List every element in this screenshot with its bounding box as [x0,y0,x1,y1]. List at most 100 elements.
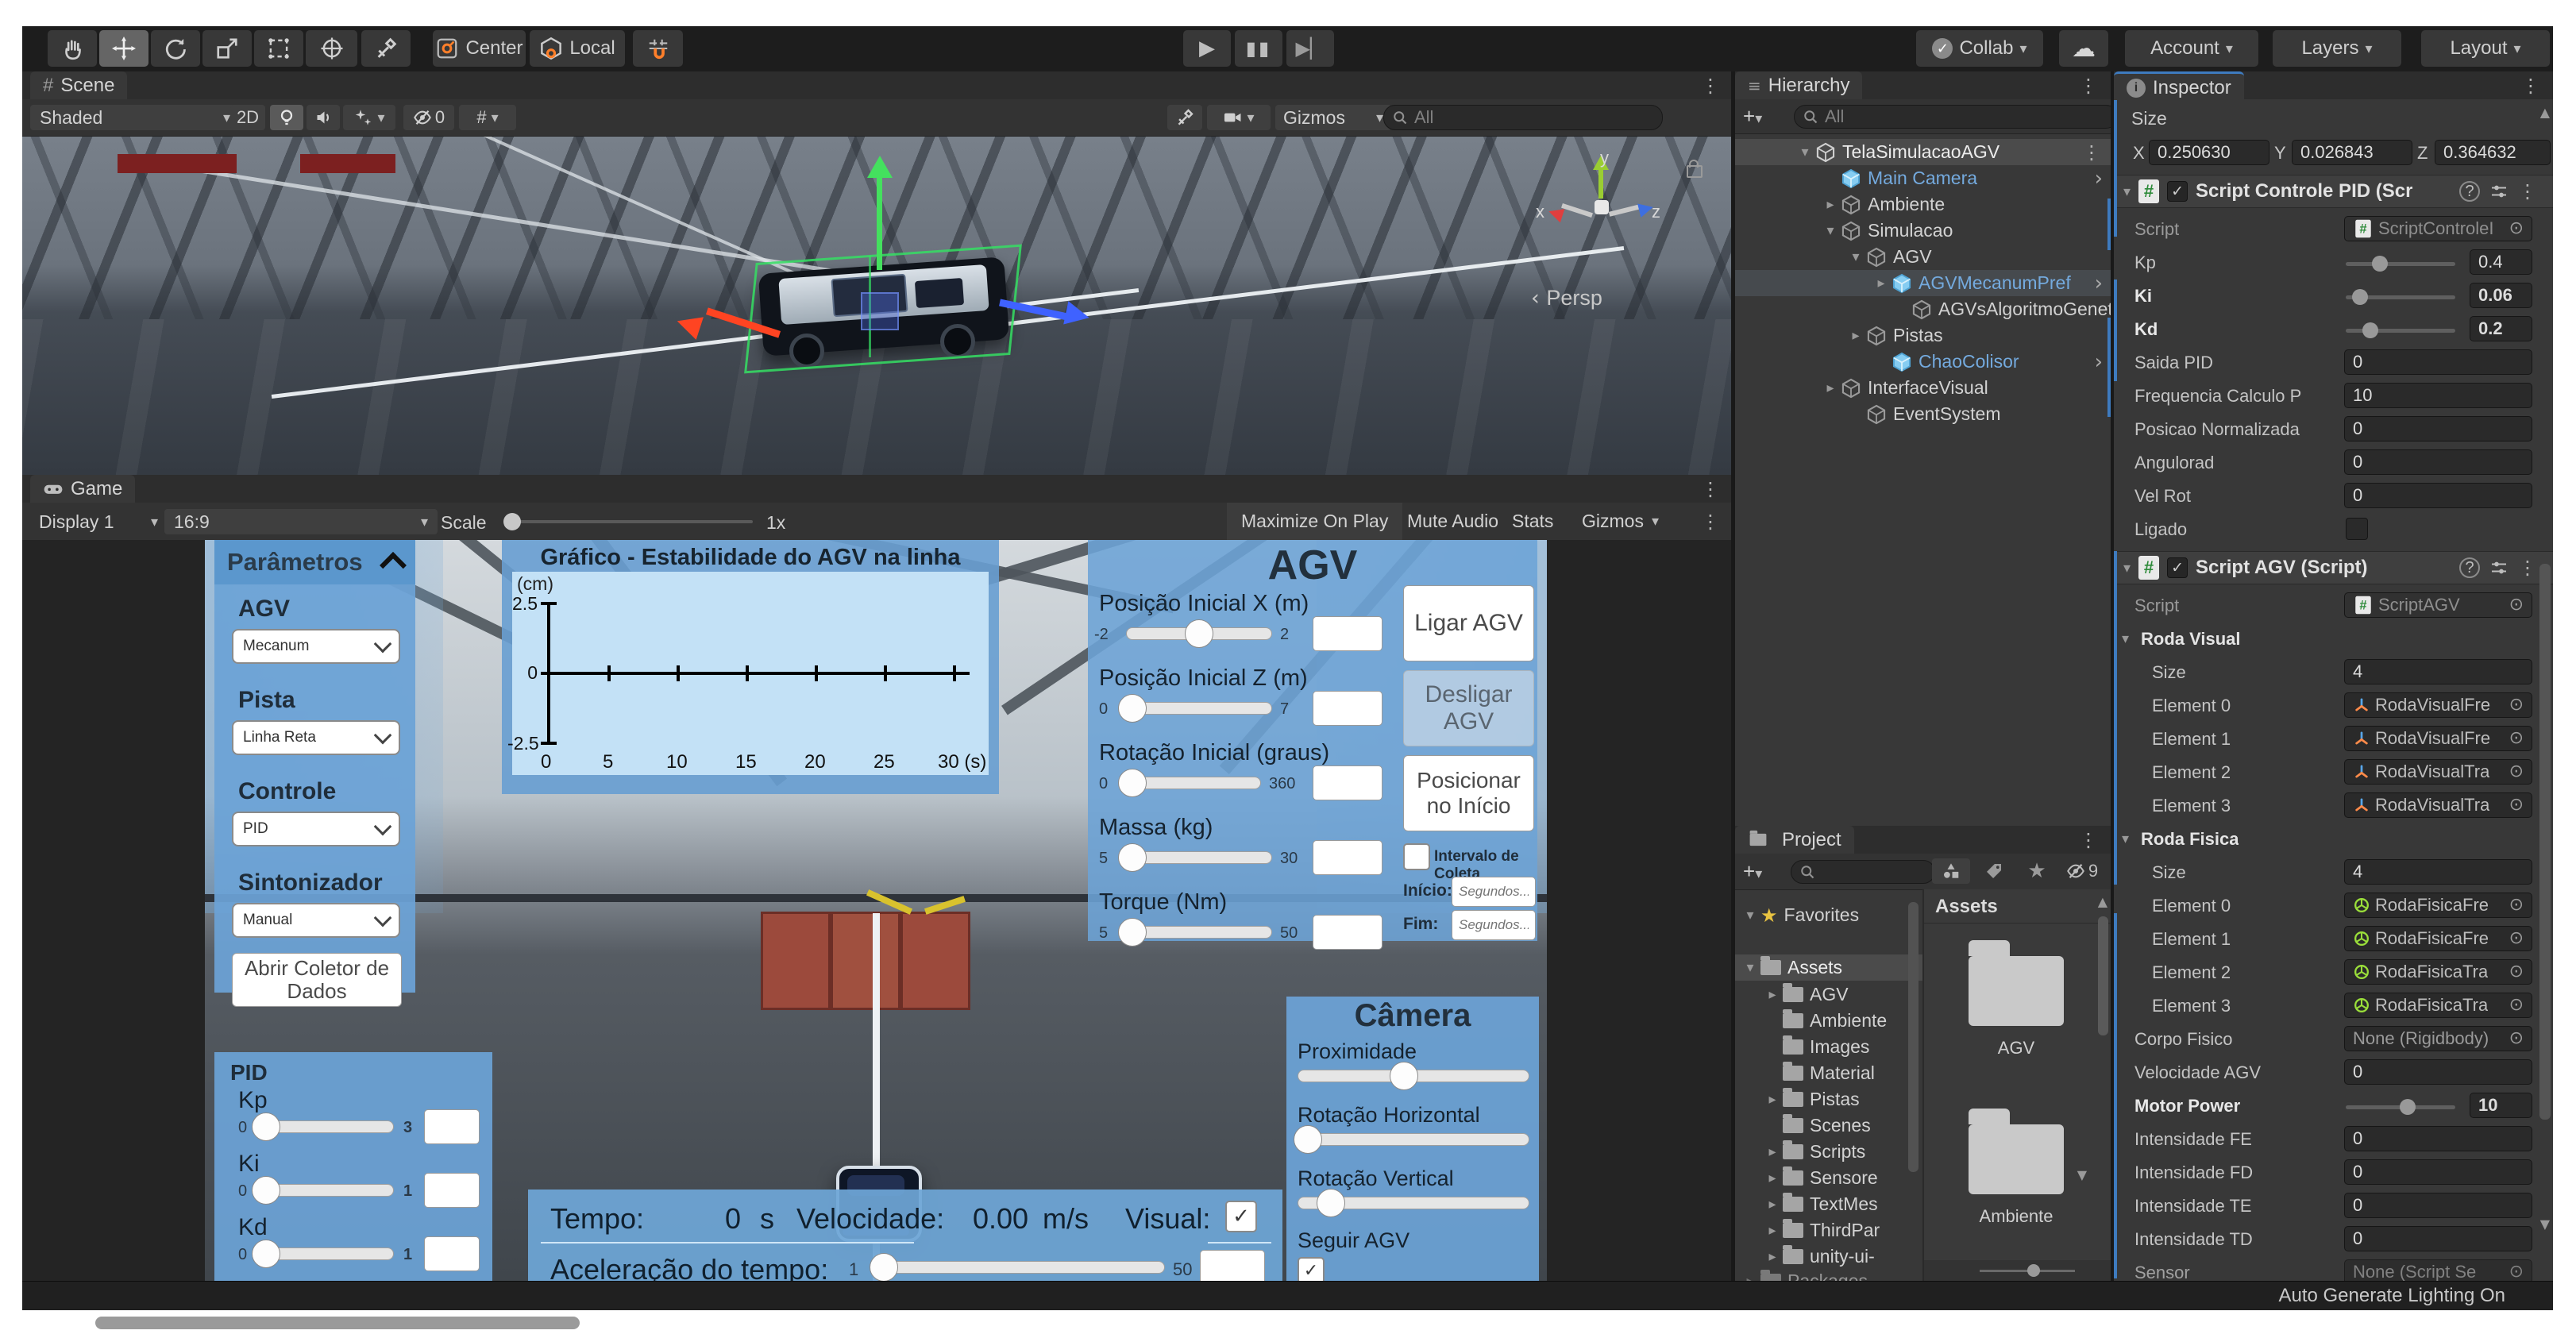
scene-lighting-icon[interactable] [270,105,303,130]
intensidade-fd-field[interactable]: 0 [2344,1159,2532,1185]
agv-type-dropdown[interactable]: Mecanum [232,629,400,664]
project-item-pistas[interactable]: ▸ Pistas [1735,1086,1922,1112]
foldout-icon[interactable]: ▾ [1795,144,1815,160]
parametros-header[interactable]: Parâmetros [214,540,415,584]
element-object-field[interactable]: RodaFisicaTra⊙ [2344,993,2532,1018]
scene-menu-kebab-icon[interactable]: ⋮ [1701,75,1720,97]
scene-orientation-gizmo[interactable]: y x z [1550,156,1653,259]
element-object-field[interactable]: RodaVisualTra⊙ [2344,759,2532,785]
display-dropdown[interactable]: Display 1▾ [34,509,163,534]
project-grid-scrollbar[interactable] [2098,916,2108,1035]
project-item-textmesh[interactable]: ▸ TextMes [1735,1191,1922,1217]
tab-game[interactable]: Game [30,475,135,503]
asset-bundle-icon[interactable] [1932,858,1970,884]
inspector-scrollbar[interactable] [2539,564,2551,1120]
foldout-icon[interactable]: ▸ [1871,275,1892,291]
pos-x-input[interactable] [1313,616,1382,651]
foldout-icon[interactable]: ▸ [1820,196,1841,213]
pos-z-input[interactable] [1313,691,1382,726]
pause-button[interactable]: ▮▮ [1235,30,1282,67]
project-item-images[interactable]: Images [1735,1034,1922,1060]
abrir-coletor-button[interactable]: Abrir Coletor de Dados [232,953,402,1007]
stats-toggle[interactable]: Stats [1501,503,1564,540]
tab-scene[interactable]: # Scene [30,71,127,99]
object-picker-icon[interactable]: ⊙ [2509,993,2524,1017]
object-picker-icon[interactable]: ⊙ [2509,893,2524,917]
kd-slider[interactable] [259,1247,394,1260]
favorites-star-icon[interactable]: ★ [2018,858,2056,884]
kd-inspector-slider[interactable] [2346,329,2455,333]
intensidade-te-field[interactable]: 0 [2344,1193,2532,1218]
script-object-field[interactable]: #ScriptAGV⊙ [2344,592,2532,618]
hierarchy-item-main-camera[interactable]: Main Camera › [1735,165,2111,191]
project-add-button[interactable]: +▾ [1743,859,1762,884]
proximidade-slider[interactable] [1298,1070,1529,1082]
project-item-packages[interactable]: ▸ Packages [1735,1268,1922,1281]
foldout-icon[interactable]: ▸ [1820,380,1841,396]
gizmo-y-arrow[interactable] [877,175,882,270]
sintonizador-dropdown[interactable]: Manual [232,903,400,938]
pista-dropdown[interactable]: Linha Reta [232,720,400,755]
object-picker-icon[interactable]: ⊙ [2509,1027,2524,1051]
play-button[interactable]: ▶ [1183,30,1231,67]
presets-icon[interactable] [2489,182,2509,201]
component-enabled-checkbox[interactable]: ✓ [2167,557,2188,578]
page-scrollbar[interactable] [95,1317,580,1329]
angulorad-field[interactable]: 0 [2344,449,2532,475]
torque-slider[interactable] [1126,926,1272,939]
element-object-field[interactable]: RodaVisualFre⊙ [2344,692,2532,718]
intervalo-coleta-checkbox[interactable] [1403,843,1430,870]
rotate-tool-icon[interactable] [151,30,200,67]
scene-camera-dropdown[interactable]: ▾ [1207,105,1271,130]
tab-inspector[interactable]: i Inspector [2114,71,2244,102]
ki-inspector-value[interactable]: 0.06 [2470,283,2532,308]
kd-input[interactable] [424,1236,480,1271]
element-object-field[interactable]: RodaVisualTra⊙ [2344,792,2532,818]
object-picker-icon[interactable]: ⊙ [2509,927,2524,950]
snap-grid-button[interactable] [633,30,683,67]
velocidade-agv-field[interactable]: 0 [2344,1059,2532,1085]
massa-slider[interactable] [1126,851,1272,864]
chevron-right-icon[interactable]: › [2095,167,2103,191]
element-object-field[interactable]: RodaVisualFre⊙ [2344,726,2532,751]
project-item-scenes[interactable]: Scenes [1735,1112,1922,1139]
object-picker-icon[interactable]: ⊙ [2509,793,2524,817]
add-object-button[interactable]: +▾ [1743,104,1762,129]
layout-dropdown[interactable]: Layout▾ [2421,30,2550,67]
project-item-favorites[interactable]: ▾ ★ Favorites [1735,902,1922,928]
seguir-agv-checkbox[interactable] [1298,1257,1325,1281]
scale-slider-track[interactable] [515,520,753,523]
scene-effects-dropdown[interactable]: ▾ [343,105,395,130]
scene-tools-icon[interactable] [1167,105,1202,130]
hierarchy-item-agv[interactable]: ▾ AGV [1735,244,2111,270]
maximize-on-play-toggle[interactable]: Maximize On Play [1227,503,1402,540]
asset-folder-ambiente[interactable]: Ambiente [1969,1124,2070,1227]
object-picker-icon[interactable]: ⊙ [2509,217,2524,241]
game-gizmos-dropdown[interactable]: Gizmos▾ [1572,503,1668,540]
element-object-field[interactable]: RodaFisicaFre⊙ [2344,893,2532,918]
saida-pid-field[interactable]: 0 [2344,349,2532,375]
transform-tool-icon[interactable] [306,30,357,67]
hierarchy-kebab-icon[interactable]: ⋮ [2079,75,2098,97]
desligar-agv-button[interactable]: Desligar AGV [1403,670,1534,746]
hierarchy-item-interfacevisual[interactable]: ▸ InterfaceVisual [1735,375,2111,401]
intensidade-fe-field[interactable]: 0 [2344,1126,2532,1151]
grid-scroll-up-icon[interactable]: ▲ [2098,894,2107,909]
aspect-ratio-dropdown[interactable]: 16:9▾ [164,509,438,534]
hidden-objects-icon[interactable]: 0 [403,105,454,130]
component-kebab-icon[interactable]: ⋮ [2518,557,2537,579]
project-item-sensores[interactable]: ▸ Sensore [1735,1165,1922,1191]
layers-dropdown[interactable]: Layers▾ [2273,30,2401,67]
kd-inspector-value[interactable]: 0.2 [2470,316,2532,341]
projection-toggle[interactable]: ‹ Persp [1531,286,1602,310]
object-picker-icon[interactable]: ⊙ [2509,693,2524,717]
hierarchy-item-agvmecanumpref[interactable]: ▸ AGVMecanumPref › [1735,270,2111,296]
mute-audio-toggle[interactable]: Mute Audio [1393,503,1513,540]
shading-mode-dropdown[interactable]: Shaded▾ [30,105,240,130]
project-item-material[interactable]: Material [1735,1060,1922,1086]
hierarchy-item-eventsystem[interactable]: EventSystem [1735,401,2111,427]
scene-row-kebab-icon[interactable]: ⋮ [2082,141,2101,164]
scene-agv-model[interactable] [713,224,1078,407]
project-item-thirdparty[interactable]: ▸ ThirdPar [1735,1217,1922,1244]
project-item-scripts[interactable]: ▸ Scripts [1735,1139,1922,1165]
